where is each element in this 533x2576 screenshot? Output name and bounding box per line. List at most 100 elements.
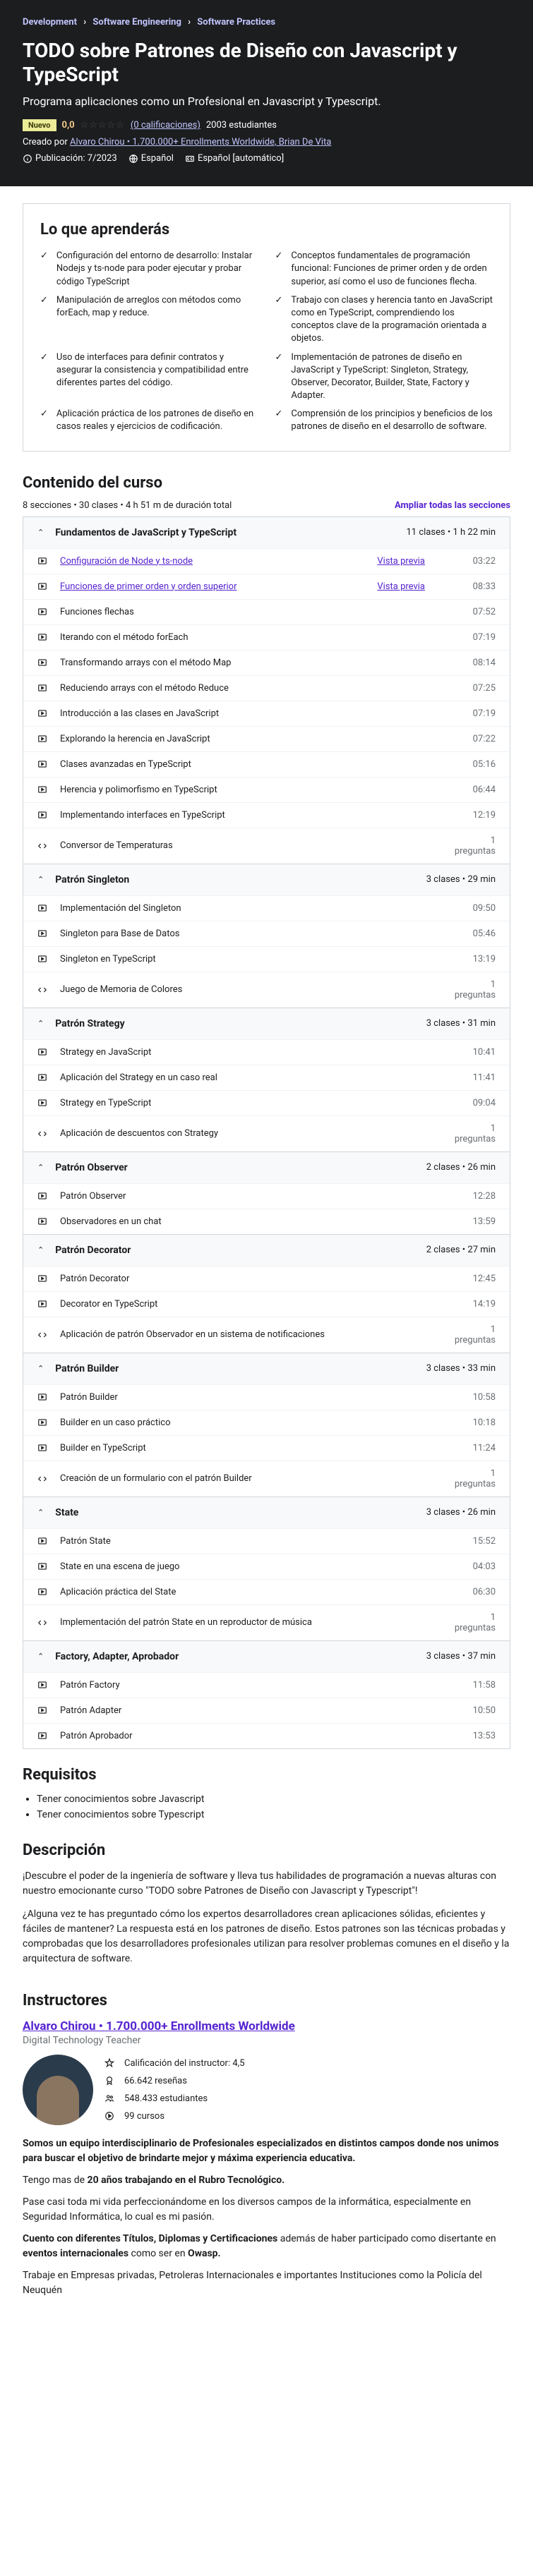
code-icon — [37, 1329, 49, 1340]
lecture-row[interactable]: Clases avanzadas en TypeScript05:16 — [23, 751, 510, 777]
lecture-row[interactable]: Patrón Adapter10:50 — [23, 1698, 510, 1723]
lecture-row[interactable]: Decorator en TypeScript14:19 — [23, 1291, 510, 1317]
lecture-title: Patrón State — [60, 1536, 453, 1547]
lecture-duration: 10:50 — [453, 1705, 496, 1716]
lecture-row[interactable]: Creación de un formulario con el patrón … — [23, 1461, 510, 1496]
breadcrumb-link[interactable]: Software Engineering — [92, 17, 181, 28]
ratings-link[interactable]: (0 calificaciones) — [131, 120, 200, 131]
description-heading: Descripción — [23, 1842, 510, 1859]
lecture-title[interactable]: Configuración de Node y ts-node — [60, 556, 377, 567]
lecture-row[interactable]: Conversor de Temperaturas1 preguntas — [23, 828, 510, 864]
section-header[interactable]: ⌃Fundamentos de JavaScript y TypeScript1… — [23, 517, 510, 548]
lecture-row[interactable]: Aplicación del Strategy en un caso real1… — [23, 1065, 510, 1090]
lecture-row[interactable]: Implementación del patrón State en un re… — [23, 1604, 510, 1640]
lecture-row[interactable]: Patrón Aprobador13:53 — [23, 1723, 510, 1748]
video-icon — [37, 954, 49, 965]
section-header[interactable]: ⌃State3 clases • 26 min — [23, 1497, 510, 1528]
lecture-row[interactable]: Funciones flechas07:52 — [23, 599, 510, 624]
lecture-row[interactable]: Patrón State15:52 — [23, 1528, 510, 1554]
lecture-duration: 10:18 — [453, 1417, 496, 1428]
section-header[interactable]: ⌃Patrón Observer2 clases • 26 min — [23, 1152, 510, 1183]
lecture-row[interactable]: Singleton en TypeScript13:19 — [23, 946, 510, 972]
lecture-row[interactable]: Patrón Builder10:58 — [23, 1384, 510, 1410]
lecture-duration: 04:03 — [453, 1561, 496, 1572]
video-icon — [37, 1680, 49, 1691]
chevron-up-icon: ⌃ — [37, 1163, 44, 1172]
lecture-row[interactable]: Patrón Observer12:28 — [23, 1183, 510, 1209]
lecture-row[interactable]: Iterando con el método forEach07:19 — [23, 624, 510, 650]
lecture-row[interactable]: Explorando la herencia en JavaScript07:2… — [23, 726, 510, 751]
lecture-row[interactable]: Herencia y polimorfismo en TypeScript06:… — [23, 777, 510, 802]
check-icon: ✓ — [40, 294, 48, 346]
star-icons: ☆☆☆☆☆ — [80, 120, 125, 131]
section-header[interactable]: ⌃Patrón Singleton3 clases • 29 min — [23, 864, 510, 895]
section-header[interactable]: ⌃Patrón Decorator2 clases • 27 min — [23, 1235, 510, 1266]
lecture-row[interactable]: Strategy en JavaScript10:41 — [23, 1039, 510, 1065]
lecture-title: Patrón Factory — [60, 1680, 453, 1691]
lecture-title: Implementación del patrón State en un re… — [60, 1617, 453, 1628]
lecture-row[interactable]: Implementación del Singleton09:50 — [23, 895, 510, 921]
lecture-title: Implementación del Singleton — [60, 903, 453, 914]
lecture-row[interactable]: Patrón Decorator12:45 — [23, 1266, 510, 1291]
lecture-title: Decorator en TypeScript — [60, 1299, 453, 1310]
bio-paragraph: Cuento con diferentes Títulos, Diplomas … — [23, 2232, 510, 2261]
preview-link[interactable]: Vista previa — [377, 556, 425, 567]
instructor-avatar[interactable] — [23, 2055, 93, 2125]
lecture-row[interactable]: Aplicación de descuentos con Strategy1 p… — [23, 1115, 510, 1151]
lecture-row[interactable]: State en una escena de juego04:03 — [23, 1554, 510, 1579]
lecture-title: Iterando con el método forEach — [60, 632, 453, 643]
chevron-up-icon: ⌃ — [37, 528, 44, 537]
course-language: Español — [128, 153, 174, 164]
lecture-row[interactable]: Funciones de primer orden y orden superi… — [23, 574, 510, 599]
expand-all-button[interactable]: Ampliar todas las secciones — [395, 500, 510, 511]
lecture-duration: 1 preguntas — [453, 979, 496, 1000]
lecture-title: Builder en TypeScript — [60, 1443, 453, 1453]
check-icon: ✓ — [275, 294, 283, 346]
check-icon: ✓ — [40, 351, 48, 403]
lecture-row[interactable]: Aplicación de patrón Observador en un si… — [23, 1317, 510, 1353]
lecture-duration: 05:46 — [453, 929, 496, 939]
video-icon — [37, 581, 49, 592]
bio-paragraph: Somos un equipo interdisciplinario de Pr… — [23, 2136, 510, 2166]
lecture-row[interactable]: Introducción a las clases en JavaScript0… — [23, 701, 510, 726]
section-header[interactable]: ⌃Factory, Adapter, Aprobador3 clases • 3… — [23, 1641, 510, 1672]
lecture-row[interactable]: Juego de Memoria de Colores1 preguntas — [23, 972, 510, 1008]
lecture-title: Clases avanzadas en TypeScript — [60, 759, 453, 770]
lecture-row[interactable]: Singleton para Base de Datos05:46 — [23, 921, 510, 946]
breadcrumb-link[interactable]: Development — [23, 17, 77, 28]
video-icon — [37, 1191, 49, 1202]
creator-link[interactable]: Alvaro Chirou • 1.700.000+ Enrollments W… — [70, 137, 331, 147]
lecture-title: Reduciendo arrays con el método Reduce — [60, 683, 453, 694]
lecture-row[interactable]: Configuración de Node y ts-nodeVista pre… — [23, 548, 510, 574]
requirement-item: Tener conocimientos sobre Typescript — [37, 1809, 510, 1820]
lecture-duration: 07:22 — [453, 734, 496, 744]
lecture-title[interactable]: Funciones de primer orden y orden superi… — [60, 581, 377, 592]
description-paragraph: ¿Alguna vez te has preguntado cómo los e… — [23, 1907, 510, 1966]
lecture-row[interactable]: Implementando interfaces en TypeScript12… — [23, 802, 510, 828]
code-icon — [37, 1617, 49, 1628]
section-header[interactable]: ⌃Patrón Builder3 clases • 33 min — [23, 1353, 510, 1384]
lecture-row[interactable]: Aplicación práctica del State06:30 — [23, 1579, 510, 1604]
lecture-row[interactable]: Builder en un caso práctico10:18 — [23, 1410, 510, 1435]
lecture-duration: 14:19 — [453, 1299, 496, 1310]
video-icon — [37, 1274, 49, 1284]
lecture-row[interactable]: Observadores en un chat13:59 — [23, 1209, 510, 1234]
lecture-duration: 12:45 — [453, 1274, 496, 1284]
chevron-up-icon: ⌃ — [37, 1508, 44, 1517]
breadcrumb-link[interactable]: Software Practices — [197, 17, 275, 28]
lecture-row[interactable]: Reduciendo arrays con el método Reduce07… — [23, 675, 510, 701]
learn-item: ✓Conceptos fundamentales de programación… — [275, 250, 493, 289]
lecture-title: Funciones flechas — [60, 607, 453, 617]
lecture-title: State en una escena de juego — [60, 1561, 453, 1572]
preview-link[interactable]: Vista previa — [377, 581, 425, 592]
section-header[interactable]: ⌃Patrón Strategy3 clases • 31 min — [23, 1008, 510, 1039]
lecture-row[interactable]: Transformando arrays con el método Map08… — [23, 650, 510, 675]
lecture-duration: 06:30 — [453, 1587, 496, 1597]
lecture-duration: 07:25 — [453, 683, 496, 694]
lecture-row[interactable]: Strategy en TypeScript09:04 — [23, 1090, 510, 1115]
lecture-row[interactable]: Patrón Factory11:58 — [23, 1672, 510, 1698]
lecture-title: Strategy en JavaScript — [60, 1047, 453, 1058]
learn-item: ✓Configuración del entorno de desarrollo… — [40, 250, 258, 289]
instructor-name-link[interactable]: Alvaro Chirou • 1.700.000+ Enrollments W… — [23, 2019, 510, 2033]
lecture-row[interactable]: Builder en TypeScript11:24 — [23, 1435, 510, 1461]
